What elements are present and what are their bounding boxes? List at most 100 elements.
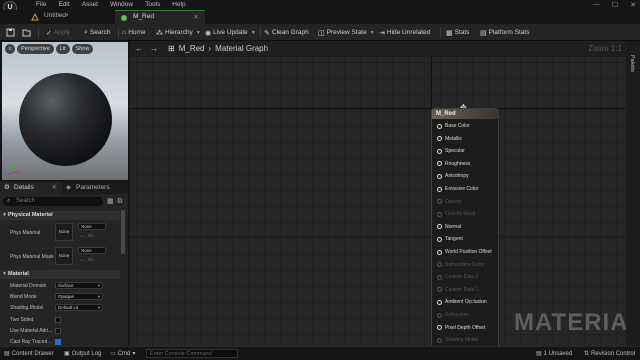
pin-connector-icon[interactable]: [437, 136, 442, 142]
cmd-dropdown[interactable]: ▭ Cmd ▾: [110, 350, 135, 358]
menu-asset[interactable]: Asset: [76, 1, 104, 8]
perspective-button[interactable]: Perspective: [17, 44, 54, 54]
node-pin[interactable]: Anisotropy: [437, 173, 469, 179]
node-pin[interactable]: Roughness: [437, 161, 470, 167]
browse-folder-icon[interactable]: ▭: [88, 257, 93, 263]
pin-connector-icon[interactable]: [437, 211, 442, 217]
back-arrow-icon[interactable]: ←: [135, 44, 143, 53]
pin-connector-icon[interactable]: [437, 287, 442, 293]
node-pin[interactable]: Opacity Mask: [437, 211, 475, 217]
home-button[interactable]: ⌂ Home: [122, 27, 146, 38]
menu-edit[interactable]: Edit: [52, 1, 75, 8]
apply-button[interactable]: ✓ Apply: [46, 27, 70, 38]
pin-connector-icon[interactable]: [437, 123, 442, 129]
node-pin[interactable]: Opacity: [437, 199, 462, 205]
settings-icon[interactable]: ⚙: [117, 197, 123, 205]
pin-connector-icon[interactable]: [437, 224, 442, 230]
grid-view-icon[interactable]: ▦: [107, 197, 114, 205]
close-window-icon[interactable]: ✕: [630, 1, 636, 9]
node-title[interactable]: M_Red: [432, 109, 498, 119]
use-selected-icon[interactable]: ←: [80, 257, 85, 263]
revision-control-button[interactable]: ⇅ Revision Control: [584, 350, 635, 358]
tab-untitled[interactable]: Untitled•: [26, 10, 110, 24]
forward-arrow-icon[interactable]: →: [150, 44, 158, 53]
live-update-button[interactable]: ◉ Live Update ▼: [205, 27, 256, 38]
tab-parameters[interactable]: ◈ Parameters: [62, 182, 128, 194]
node-pin[interactable]: World Position Offset: [437, 249, 492, 255]
node-pin[interactable]: Subsurface Color: [437, 262, 484, 268]
node-pin[interactable]: Custom Data 0: [437, 274, 478, 280]
save-button[interactable]: [6, 27, 15, 38]
pin-connector-icon[interactable]: [437, 186, 442, 192]
maximize-icon[interactable]: ☐: [612, 1, 618, 9]
pin-connector-icon[interactable]: [437, 299, 442, 305]
pin-connector-icon[interactable]: [437, 236, 442, 242]
content-drawer-button[interactable]: ▤ Content Drawer: [4, 350, 54, 358]
hide-unrelated-button[interactable]: ⇥ Hide Unrelated: [379, 27, 430, 38]
node-pin[interactable]: Refraction: [437, 312, 468, 318]
breadcrumb-root[interactable]: M_Red: [179, 44, 205, 53]
node-pin[interactable]: Specular: [437, 148, 465, 154]
pin-connector-icon[interactable]: [437, 325, 442, 331]
tab-m-red[interactable]: M_Red ✕: [115, 10, 205, 24]
close-tab-icon[interactable]: ✕: [194, 13, 199, 21]
details-scrollbar[interactable]: [121, 210, 125, 254]
pin-connector-icon[interactable]: [437, 337, 442, 343]
tab-details[interactable]: ⚙ Details ✕: [0, 182, 62, 194]
pin-connector-icon[interactable]: [437, 249, 442, 255]
pin-connector-icon[interactable]: [437, 274, 442, 280]
node-pin[interactable]: Ambient Occlusion: [437, 299, 487, 305]
category-material[interactable]: ▼ Material: [0, 270, 120, 279]
node-pin[interactable]: Base Color: [437, 123, 470, 129]
phys-material-mask-dropdown[interactable]: None: [78, 247, 106, 254]
pin-connector-icon[interactable]: [437, 148, 442, 154]
material-graph-canvas[interactable]: ← → ⊞ M_Red › Material Graph Zoom 1:1 ✥ …: [130, 41, 626, 346]
cast-ray-traced-checkbox[interactable]: [55, 339, 61, 345]
show-button[interactable]: Show: [71, 44, 94, 54]
phys-material-mask-thumbnail[interactable]: None: [55, 247, 73, 265]
search-button[interactable]: ⌕ Search: [84, 27, 111, 38]
pin-connector-icon[interactable]: [437, 199, 442, 205]
details-search-input[interactable]: ⌕ Search: [3, 197, 103, 206]
pin-connector-icon[interactable]: [437, 173, 442, 179]
category-physical-material[interactable]: ▼ Physical Material: [0, 211, 120, 220]
preview-state-button[interactable]: ◫ Preview State ▼: [318, 27, 375, 38]
node-pin[interactable]: Custom Data 1: [437, 287, 478, 293]
phys-material-thumbnail[interactable]: None: [55, 223, 73, 241]
node-pin[interactable]: Emissive Color: [437, 186, 478, 192]
node-pin[interactable]: Pixel Depth Offset: [437, 325, 485, 331]
node-pin[interactable]: Tangent: [437, 236, 463, 242]
menu-window[interactable]: Window: [104, 1, 139, 8]
material-domain-dropdown[interactable]: Surface ▾: [55, 282, 103, 289]
pin-connector-icon[interactable]: [437, 262, 442, 268]
use-material-attributes-checkbox[interactable]: [55, 328, 61, 334]
menu-tools[interactable]: Tools: [139, 1, 166, 8]
stats-button[interactable]: ▦ Stats: [446, 27, 469, 38]
minimize-icon[interactable]: —: [593, 1, 600, 9]
use-selected-icon[interactable]: ←: [80, 233, 85, 239]
palette-label[interactable]: Palette: [629, 55, 635, 72]
material-result-node[interactable]: M_Red Base Color Metallic Specular Roughnes…: [431, 108, 499, 346]
close-icon[interactable]: ✕: [52, 182, 57, 194]
hierarchy-button[interactable]: ⁂ Hierarchy ▼: [156, 27, 201, 38]
pin-connector-icon[interactable]: [437, 312, 442, 318]
clean-graph-button[interactable]: ✎ Clean Graph: [264, 27, 309, 38]
unsaved-indicator[interactable]: ▤ 1 Unsaved: [536, 350, 572, 358]
platform-stats-button[interactable]: ▤ Platform Stats: [480, 27, 529, 38]
preview-viewport[interactable]: ≡ Perspective Lit Show: [2, 42, 128, 180]
output-log-button[interactable]: ▣ Output Log: [64, 350, 101, 358]
viewport-options-icon[interactable]: ≡: [5, 44, 15, 54]
breadcrumb-leaf[interactable]: Material Graph: [215, 44, 268, 53]
menu-help[interactable]: Help: [166, 1, 191, 8]
pin-connector-icon[interactable]: [437, 161, 442, 167]
shading-model-dropdown[interactable]: Default Lit ▾: [55, 304, 103, 311]
phys-material-dropdown[interactable]: None: [78, 223, 106, 230]
two-sided-checkbox[interactable]: [55, 317, 61, 323]
blend-mode-dropdown[interactable]: Opaque ▾: [55, 293, 103, 300]
palette-sidebar[interactable]: Palette: [626, 41, 640, 346]
lit-button[interactable]: Lit: [55, 44, 70, 54]
console-command-input[interactable]: Enter Console Command: [146, 349, 238, 358]
browse-button[interactable]: [22, 27, 31, 38]
node-pin[interactable]: Normal: [437, 224, 461, 230]
node-pin[interactable]: Metallic: [437, 136, 462, 142]
